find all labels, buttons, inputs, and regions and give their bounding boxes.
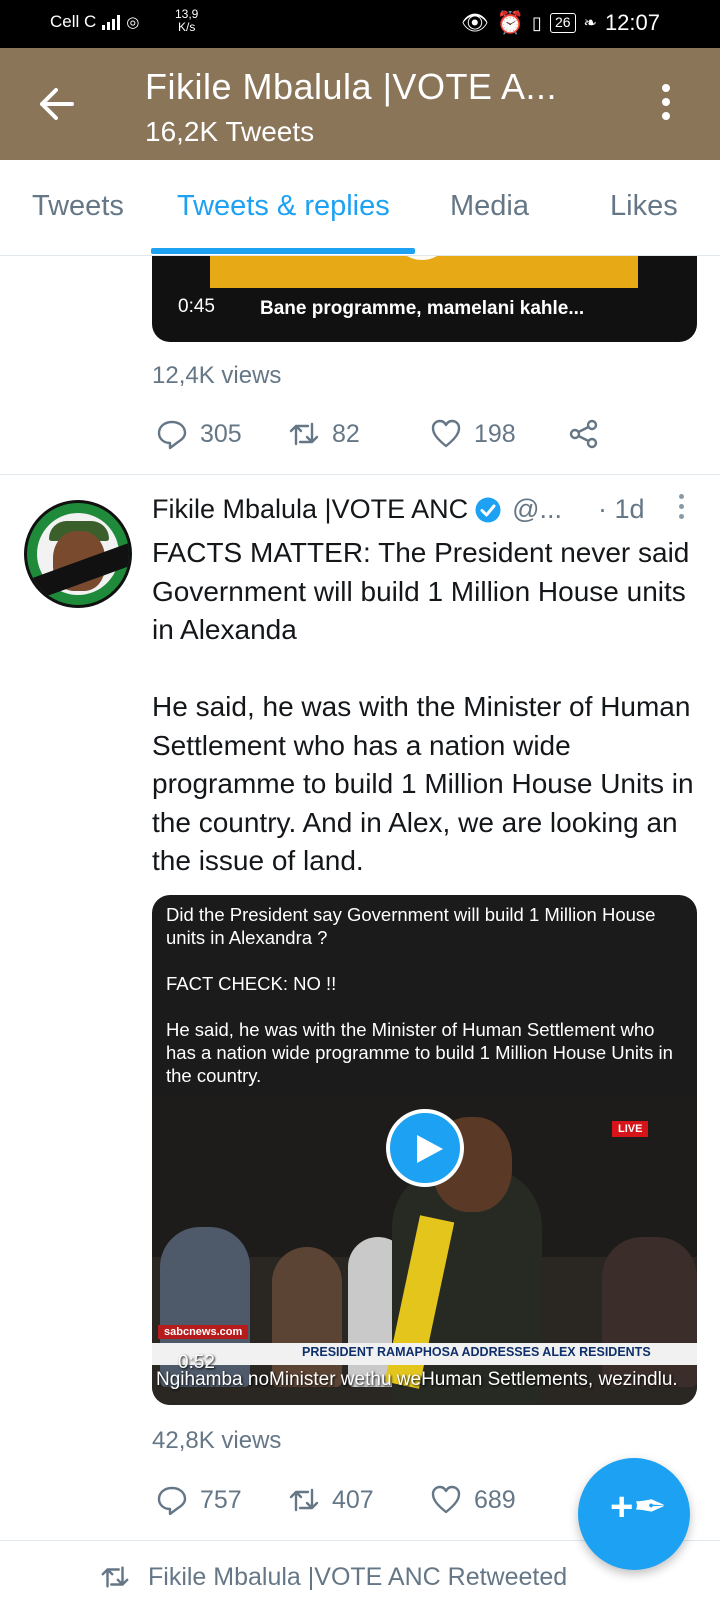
retweet-notice-label: Fikile Mbalula |VOTE ANC Retweeted bbox=[148, 1562, 568, 1591]
heart-icon bbox=[431, 419, 461, 448]
alarm-icon: ⏰ bbox=[496, 10, 525, 35]
tweet2-author-line: Fikile Mbalula |VOTE ANC @... bbox=[152, 494, 562, 525]
retweet-icon bbox=[289, 422, 319, 446]
profile-title: Fikile Mbalula |VOTE A... bbox=[145, 66, 557, 107]
avatar[interactable] bbox=[24, 500, 132, 608]
reply-button[interactable]: 757 bbox=[156, 1484, 242, 1516]
tab-likes[interactable]: Likes bbox=[610, 190, 678, 223]
eye-icon: 👁 bbox=[460, 10, 489, 35]
tweet2-views: 42,8K views bbox=[152, 1427, 282, 1454]
status-left: Cell C ◎ bbox=[50, 12, 139, 32]
tweet2-actions: 757 407 689 bbox=[152, 1484, 612, 1524]
tab-tweets-and-replies[interactable]: Tweets & replies bbox=[177, 190, 390, 223]
tweet-more-icon[interactable] bbox=[676, 494, 686, 524]
video-text-question: Did the President say Government will bu… bbox=[166, 904, 656, 948]
heart-icon bbox=[431, 1485, 461, 1514]
reply-count: 757 bbox=[200, 1485, 242, 1514]
author-handle: @... bbox=[512, 494, 563, 524]
tweet1-views: 12,4K views bbox=[152, 362, 282, 389]
tab-tweets[interactable]: Tweets bbox=[32, 190, 124, 223]
tab-media[interactable]: Media bbox=[450, 190, 529, 223]
video-thumbnail: LIVE sabcnews.com PRESIDENT RAMAPHOSA AD… bbox=[152, 1097, 697, 1405]
like-button[interactable]: 689 bbox=[430, 1484, 516, 1516]
tweet-divider bbox=[0, 474, 720, 475]
retweet-notice: Fikile Mbalula |VOTE ANC Retweeted bbox=[100, 1562, 567, 1592]
network-speed-unit: K/s bbox=[178, 20, 196, 34]
compose-tweet-button[interactable]: +✒ bbox=[578, 1458, 690, 1570]
retweet-icon bbox=[101, 1566, 129, 1588]
reply-count: 305 bbox=[200, 419, 242, 448]
video-text-explanation: He said, he was with the Minister of Hum… bbox=[166, 1019, 673, 1086]
video-subtitle: Ngihamba noMinister wethu weHuman Settle… bbox=[156, 1369, 678, 1390]
broadcaster-brand: sabcnews.com bbox=[158, 1325, 249, 1339]
reply-icon bbox=[157, 1486, 187, 1516]
compose-tweet-icon: +✒ bbox=[610, 1485, 667, 1529]
active-tab-indicator bbox=[151, 248, 415, 254]
reply-icon bbox=[157, 420, 187, 450]
share-icon bbox=[569, 419, 598, 449]
tweet-text: FACTS MATTER: The President never said G… bbox=[152, 534, 697, 881]
author-name[interactable]: Fikile Mbalula |VOTE ANC bbox=[152, 494, 468, 525]
clock: 12:07 bbox=[604, 10, 660, 35]
status-right: 👁 ⏰ ▯ 26 ❧ 12:07 bbox=[461, 10, 660, 36]
signal-icon bbox=[102, 14, 121, 30]
network-speed: 13,9 K/s bbox=[175, 8, 198, 34]
play-button-icon[interactable] bbox=[386, 1109, 464, 1187]
tweet1-video[interactable]: 0:45 Bane programme, mamelani kahle... bbox=[152, 256, 697, 342]
leaf-icon: ❧ bbox=[583, 15, 597, 32]
profile-tabs: Tweets Tweets & replies Media Likes bbox=[0, 160, 720, 256]
video-caption: Bane programme, mamelani kahle... bbox=[260, 298, 585, 319]
tweet-timestamp: · 1d bbox=[598, 494, 645, 524]
vibrate-icon: ▯ bbox=[532, 12, 542, 33]
live-badge: LIVE bbox=[612, 1121, 649, 1137]
video-text-overlay: Did the President say Government will bu… bbox=[166, 903, 686, 1087]
like-count: 689 bbox=[474, 1485, 516, 1514]
retweet-button[interactable]: 82 bbox=[288, 418, 360, 450]
verified-badge-icon bbox=[475, 497, 501, 522]
video-duration: 0:45 bbox=[178, 296, 215, 317]
reply-button[interactable]: 305 bbox=[156, 418, 242, 450]
like-button[interactable]: 198 bbox=[430, 418, 516, 450]
retweet-button[interactable]: 407 bbox=[288, 1484, 374, 1516]
video-text-factcheck: FACT CHECK: NO !! bbox=[166, 973, 337, 994]
retweet-count: 82 bbox=[332, 419, 360, 448]
video-frame bbox=[210, 256, 638, 288]
retweet-icon bbox=[289, 1488, 319, 1512]
like-count: 198 bbox=[474, 419, 516, 448]
tweet2-video-card[interactable]: Did the President say Government will bu… bbox=[152, 895, 697, 1405]
share-button[interactable] bbox=[568, 418, 600, 450]
tweet-paragraph-2: He said, he was with the Minister of Hum… bbox=[152, 691, 694, 876]
overflow-menu-icon[interactable] bbox=[656, 84, 676, 124]
tweet-paragraph-1: FACTS MATTER: The President never said G… bbox=[152, 537, 690, 645]
wifi-icon: ◎ bbox=[126, 14, 140, 31]
tweet1-actions: 305 82 198 bbox=[152, 418, 612, 458]
carrier-label: Cell C bbox=[50, 12, 97, 31]
status-bar: Cell C ◎ 13,9 K/s 👁 ⏰ ▯ 26 ❧ 12:07 bbox=[0, 0, 720, 48]
profile-app-bar: Fikile Mbalula |VOTE A... 16,2K Tweets bbox=[0, 48, 720, 160]
battery-icon: 26 bbox=[549, 13, 576, 33]
lower-third-headline: PRESIDENT RAMAPHOSA ADDRESSES ALEX RESID… bbox=[302, 1345, 651, 1359]
retweet-count: 407 bbox=[332, 1485, 374, 1514]
tweet-count: 16,2K Tweets bbox=[145, 116, 315, 147]
back-arrow-icon[interactable] bbox=[36, 84, 76, 124]
